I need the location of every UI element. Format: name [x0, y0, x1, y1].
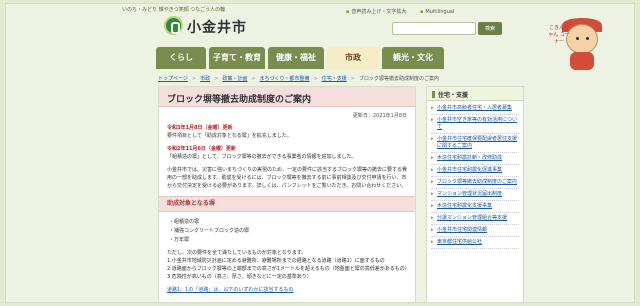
breadcrumb-separator: >	[313, 76, 318, 82]
breadcrumb-separator: >	[350, 76, 355, 82]
multilingual-label: Multilingual	[425, 9, 455, 15]
site-header: いのち・みどり 輝やきつ笑顔 つなごう人の輪 小金井市 ▪ 音声読み上げ・文字拡大…	[6, 4, 634, 74]
sidebar-link[interactable]: 小金井市空き家等の有効活用について	[431, 115, 519, 134]
sidebar-link[interactable]: 小金井市住宅耐震化促進事業	[431, 165, 519, 177]
footnote-link[interactable]: 道路1：1の「道路」は、以下のいずれかに該当するもの	[167, 286, 411, 294]
mascot-eye	[586, 37, 589, 40]
notice-text: 「組積造の塀」として、ブロック塀等の撤去ができる事業者の情報を追加しました。	[167, 154, 357, 160]
nav-shisei[interactable]: 市政	[327, 47, 379, 69]
sidebar-list: 小金井市高齢者住宅・入居者募集 小金井市空き家等の有効活用について 小金井市住宅…	[427, 101, 523, 251]
breadcrumb-item[interactable]: まちづくり・都市整備	[260, 76, 310, 82]
global-nav: くらし 子育て・教育 健康・福祉 市政 観光・文化	[156, 47, 444, 69]
notice-text: 要件項目として「助成対象となる塀」を拡充しました。	[167, 133, 292, 139]
sidebar-link[interactable]: 分譲マンション管理組合等支援	[431, 213, 519, 225]
list-item: 補強コンクリートブロック造の塀	[169, 227, 411, 235]
conditions-intro: ただし、次の要件を全て満たしているものが対象となります。	[167, 250, 307, 256]
mascot-head	[566, 24, 598, 54]
search-input[interactable]	[392, 22, 476, 35]
article-body: 令和3年1月8日（金曜）更新 要件項目として「助成対象となる塀」を拡充しました。…	[159, 124, 415, 299]
utility-links: ▪ 音声読み上げ・文字拡大 ▪ Multilingual	[346, 8, 466, 15]
nav-kanko[interactable]: 観光・文化	[382, 47, 444, 69]
title-bar: ブロック塀等撤去助成制度のご案内	[159, 87, 415, 107]
breadcrumb-separator: >	[191, 76, 197, 82]
notice-date: 令和2年11月6日（金曜）更新	[167, 146, 236, 152]
breadcrumb-item[interactable]: 市政	[200, 76, 210, 82]
sidebar-link[interactable]: 小金井市高齢者住宅・入居者募集	[431, 103, 519, 115]
condition-item: 3.危険性が高いもの（高さ、厚さ、傾きなどに一定の基準あり）	[167, 274, 312, 280]
mascot-body	[570, 52, 594, 70]
browser-page: いのち・みどり 輝やきつ笑顔 つなごう人の輪 小金井市 ▪ 音声読み上げ・文字拡大…	[5, 3, 635, 303]
intro-text: 小金井市では、災害に強いまちづくりの実現のため、一定の要件に該当するブロック塀等…	[167, 167, 408, 189]
breadcrumb-separator: >	[214, 76, 219, 82]
updated-date: 更新日：2021年1月8日	[352, 113, 407, 119]
multilingual-link[interactable]: ▪ Multilingual	[420, 9, 460, 15]
search-button[interactable]: 検索	[478, 22, 502, 35]
sidebar-link[interactable]: 木造住宅耐震化支援事業	[431, 201, 519, 213]
breadcrumb-separator: >	[251, 76, 256, 82]
arrow-icon: ▪	[420, 9, 424, 15]
site-tagline: いのち・みどり 輝やきつ笑顔 つなごう人の輪	[122, 7, 226, 13]
condition-item: 1.小金井市地域防災計画に定める避難所、避難場所までの経路となる道路（道路1）に…	[167, 258, 385, 264]
mascot-eye	[576, 37, 579, 40]
speech-zoom-link[interactable]: ▪ 音声読み上げ・文字拡大	[346, 9, 412, 15]
breadcrumb-current: ブロック塀等撤去助成制度のご案内	[358, 76, 439, 82]
nav-kurashi[interactable]: くらし	[156, 47, 206, 69]
sidebar-link[interactable]: 小金井市住宅関連情報	[431, 225, 519, 237]
list-item: 組積造の塀	[169, 218, 411, 226]
arrow-icon: ▪	[346, 9, 350, 15]
sidebar-link[interactable]: 東京都住宅供給公社	[431, 237, 519, 249]
mascot-label[interactable]: こきんちゃん コーナー	[548, 25, 570, 46]
city-logo[interactable]: 小金井市	[187, 17, 247, 37]
breadcrumb-item[interactable]: 政策・計画	[222, 76, 247, 82]
breadcrumb-item[interactable]: トップページ	[158, 76, 188, 82]
breadcrumb-item[interactable]: 住宅・支援	[322, 76, 347, 82]
sidebar-link[interactable]: 木造住宅耐震診断・改修助成	[431, 153, 519, 165]
breadcrumb: トップページ > 市政 > 政策・計画 > まちづくり・都市整備 > 住宅・支援 > ブロック塀等撤…	[158, 75, 439, 82]
condition-item: 2.道路面からブロック塀等の上端部までの高さが1メートルを超えるもの（地盤面と塀…	[167, 266, 410, 272]
nav-kosodate[interactable]: 子育て・教育	[209, 47, 265, 69]
sidebar-link[interactable]: ブロック塀等撤去助成制度のご案内	[431, 177, 519, 189]
city-seal-icon[interactable]	[164, 16, 183, 35]
list-item: 万年塀	[169, 236, 411, 244]
wall-type-list: 組積造の塀 補強コンクリートブロック造の塀 万年塀	[169, 218, 411, 244]
sidebar-link[interactable]: 小金井市住宅確保要配慮者居住支援に関するご案内	[431, 134, 519, 153]
nav-kenko[interactable]: 健康・福祉	[268, 47, 324, 69]
sidebar-link[interactable]: マンション管理状況届出制度	[431, 189, 519, 201]
sidebar: 住宅・支援 小金井市高齢者住宅・入居者募集 小金井市空き家等の有効活用について …	[426, 86, 524, 302]
main-content: ブロック塀等撤去助成制度のご案内 更新日：2021年1月8日 令和3年1月8日（…	[158, 86, 416, 302]
page-title: ブロック塀等撤去助成制度のご案内	[167, 95, 312, 105]
sidebar-heading: 住宅・支援	[427, 87, 523, 101]
section-heading: 助成対象となる塀	[159, 196, 415, 212]
notice-date: 令和3年1月8日（金曜）更新	[167, 125, 233, 131]
speech-zoom-label: 音声読み上げ・文字拡大	[351, 9, 407, 15]
